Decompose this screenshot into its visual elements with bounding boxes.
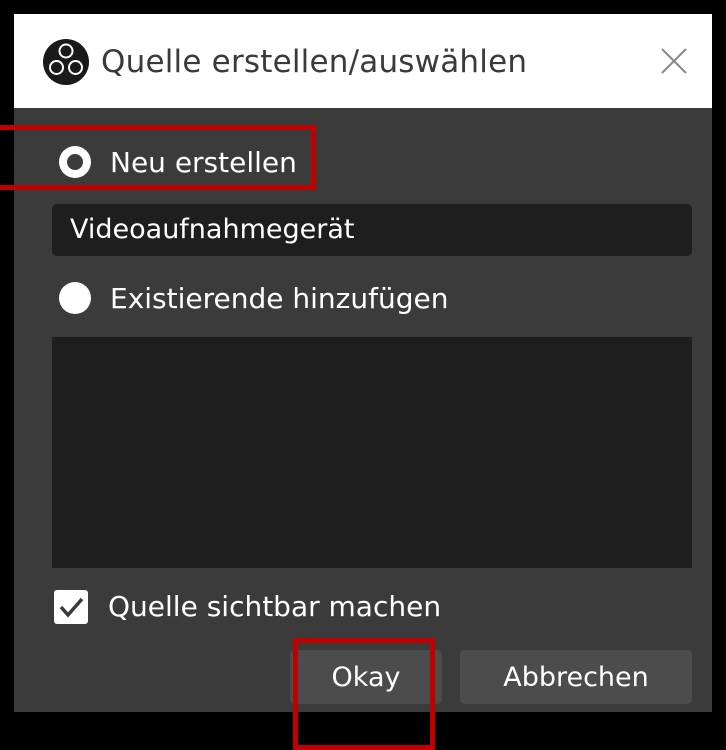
cancel-button[interactable]: Abbrechen [460,650,692,704]
visible-checkbox[interactable] [54,590,88,624]
close-icon[interactable] [648,35,700,87]
radio-add-existing[interactable] [59,282,91,314]
add-existing-label: Existierende hinzufügen [110,282,449,315]
checkmark-icon [59,597,84,618]
create-source-dialog: Quelle erstellen/auswählen Neu erstellen… [0,0,726,750]
dialog-title: Quelle erstellen/auswählen [101,44,528,80]
obs-logo-icon [43,39,89,85]
visible-label: Quelle sichtbar machen [108,590,442,623]
highlight-ok-button [293,638,435,750]
existing-sources-list[interactable] [52,337,692,568]
highlight-create-new [0,125,316,190]
source-name-input[interactable]: Videoaufnahmegerät [52,204,692,256]
